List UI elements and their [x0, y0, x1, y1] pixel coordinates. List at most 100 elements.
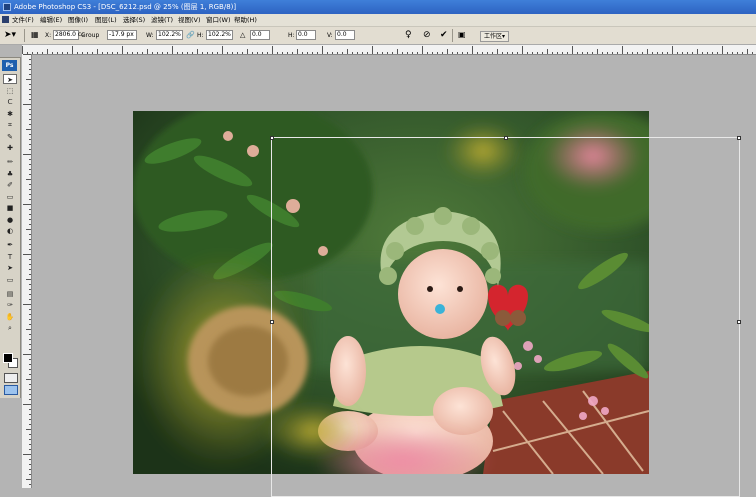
- commit-icon[interactable]: ✔: [440, 30, 448, 40]
- ruler-tick: [432, 52, 433, 54]
- ruler-tick: [29, 174, 31, 175]
- ruler-tick: [112, 52, 113, 54]
- ruler-tick: [29, 269, 31, 270]
- ruler-tick: [582, 52, 583, 54]
- ruler-tick: [29, 259, 31, 260]
- menu-window[interactable]: 窗口(W): [206, 15, 231, 25]
- ruler-tick: [267, 52, 268, 54]
- menu-layer[interactable]: 图层(L): [95, 15, 117, 25]
- ruler-tick: [29, 384, 31, 385]
- h-skew-field[interactable]: 0.0: [296, 30, 316, 40]
- ruler-tick: [26, 179, 31, 180]
- move-icon[interactable]: ➤▾: [4, 30, 16, 40]
- ruler-tick: [262, 52, 263, 54]
- transform-handle[interactable]: [737, 320, 741, 324]
- ruler-tick: [29, 59, 31, 60]
- ruler-tick: [707, 52, 708, 54]
- ruler-tick: [23, 354, 31, 355]
- slice-tool[interactable]: ✎: [3, 132, 17, 142]
- ruler-tick: [23, 254, 31, 255]
- ruler-tick: [192, 52, 193, 54]
- document-icon[interactable]: [2, 16, 9, 23]
- ruler-tick: [467, 52, 468, 54]
- warp-icon[interactable]: ♀: [405, 30, 412, 40]
- blur-tool[interactable]: ●: [3, 215, 17, 225]
- ruler-tick: [127, 52, 128, 54]
- shape-tool[interactable]: ▭: [3, 275, 17, 285]
- eraser-tool[interactable]: ▭: [3, 192, 17, 202]
- ruler-tick: [382, 52, 383, 54]
- quick-mask-button[interactable]: [4, 373, 18, 383]
- palette-well-icon[interactable]: ▣: [458, 30, 466, 40]
- eyedropper-tool[interactable]: ✑: [3, 300, 17, 310]
- marquee-tool[interactable]: ⬚: [3, 86, 17, 96]
- ruler-tick: [29, 299, 31, 300]
- link-icon[interactable]: 🔗: [186, 30, 195, 40]
- lasso-tool[interactable]: ᑕ: [3, 97, 17, 107]
- ruler-tick: [26, 279, 31, 280]
- ruler-tick: [23, 104, 31, 105]
- x-label: X:: [45, 32, 52, 39]
- clone-stamp-tool[interactable]: ♣: [3, 169, 17, 179]
- ruler-tick: [29, 289, 31, 290]
- height-field[interactable]: 102.2%: [206, 30, 233, 40]
- ruler-tick: [377, 52, 378, 54]
- v-skew-field[interactable]: 0.0: [335, 30, 355, 40]
- crop-tool[interactable]: ⌗: [3, 120, 17, 130]
- ruler-tick: [29, 484, 31, 485]
- ruler-tick: [29, 339, 31, 340]
- menu-filter[interactable]: 滤镜(T): [151, 15, 173, 25]
- zoom-tool[interactable]: ⌕: [3, 323, 17, 333]
- ruler-tick: [23, 54, 31, 55]
- rotate-field[interactable]: 0.0: [250, 30, 270, 40]
- ruler-tick: [29, 184, 31, 185]
- type-tool[interactable]: T: [3, 252, 17, 262]
- path-selection-tool[interactable]: ➤: [3, 263, 17, 273]
- ruler-tick: [29, 424, 31, 425]
- ruler-tick: [29, 349, 31, 350]
- ruler-tick: [29, 459, 31, 460]
- ruler-tick: [29, 294, 31, 295]
- ruler-tick: [29, 359, 31, 360]
- menu-select[interactable]: 选择(S): [123, 15, 145, 25]
- reference-point-icon[interactable]: ▦: [31, 30, 39, 40]
- ruler-tick: [372, 46, 373, 54]
- notes-tool[interactable]: ▤: [3, 289, 17, 299]
- transform-handle[interactable]: [737, 136, 741, 140]
- brush-tool[interactable]: ✏: [3, 157, 17, 167]
- x-field[interactable]: 2806.0 cc: [53, 30, 85, 40]
- menu-edit[interactable]: 编辑(E): [40, 15, 62, 25]
- ruler-tick: [297, 49, 298, 54]
- ruler-tick: [29, 64, 31, 65]
- pen-tool[interactable]: ✒: [3, 240, 17, 250]
- ruler-tick: [402, 52, 403, 54]
- history-brush-tool[interactable]: ✐: [3, 180, 17, 190]
- magic-wand-tool[interactable]: ✱: [3, 109, 17, 119]
- ruler-tick: [532, 52, 533, 54]
- dodge-tool[interactable]: ◐: [3, 226, 17, 236]
- workspace-menu[interactable]: 工作区▾: [480, 31, 510, 42]
- cancel-icon[interactable]: ⊘: [423, 30, 431, 40]
- menu-help[interactable]: 帮助(H): [234, 15, 257, 25]
- menu-file[interactable]: 文件(F): [12, 15, 34, 25]
- ruler-tick: [42, 52, 43, 54]
- ruler-tick: [617, 52, 618, 54]
- canvas-image[interactable]: [133, 111, 649, 474]
- ruler-tick: [29, 159, 31, 160]
- move-tool[interactable]: ➤: [3, 74, 17, 84]
- ruler-tick: [502, 52, 503, 54]
- ruler-tick: [727, 52, 728, 54]
- ruler-tick: [107, 52, 108, 54]
- ruler-tick: [29, 189, 31, 190]
- hand-tool[interactable]: ✋: [3, 312, 17, 322]
- ruler-tick: [29, 264, 31, 265]
- foreground-color-swatch[interactable]: [3, 353, 13, 363]
- gradient-tool[interactable]: ■: [3, 203, 17, 213]
- width-field[interactable]: 102.2%: [156, 30, 183, 40]
- healing-brush-tool[interactable]: ✚: [3, 143, 17, 153]
- y-field[interactable]: -17.9 px: [107, 30, 137, 40]
- menu-view[interactable]: 视图(V): [178, 15, 201, 25]
- ruler-tick: [567, 52, 568, 54]
- menu-image[interactable]: 图像(I): [68, 15, 88, 25]
- screen-mode-button[interactable]: [4, 385, 18, 395]
